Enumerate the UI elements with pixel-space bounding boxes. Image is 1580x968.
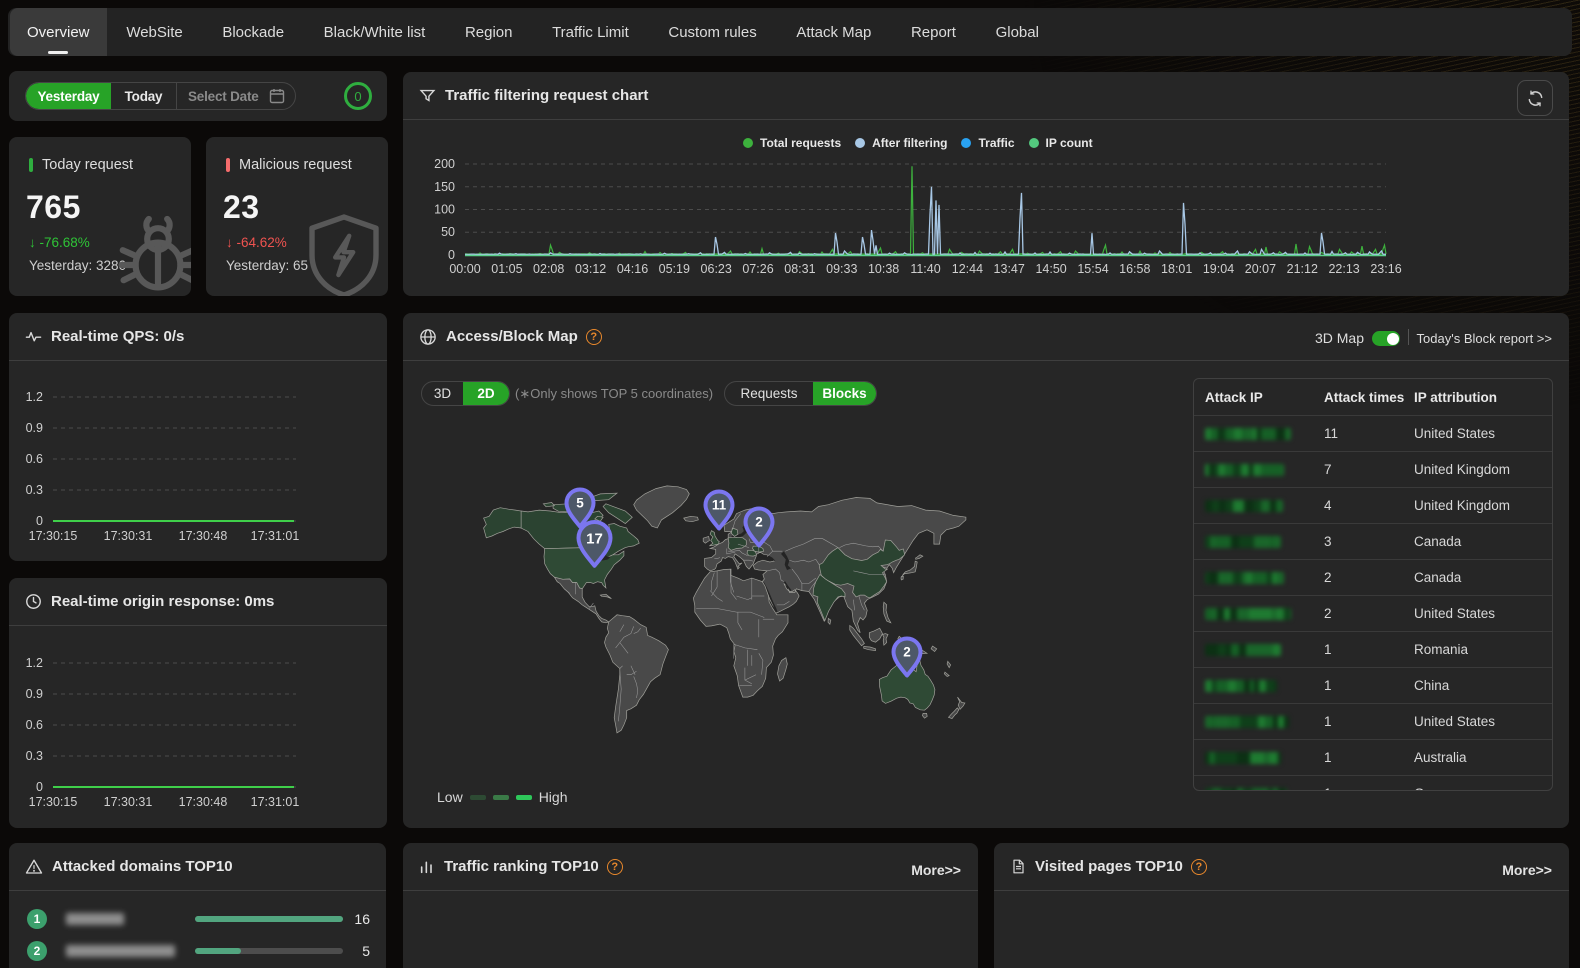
svg-text:0.6: 0.6: [26, 452, 43, 466]
svg-text:19:04: 19:04: [1203, 262, 1234, 276]
svg-text:20:07: 20:07: [1245, 262, 1276, 276]
svg-text:00:00: 00:00: [449, 262, 480, 276]
svg-text:14:50: 14:50: [1035, 262, 1066, 276]
svg-text:2: 2: [903, 645, 911, 660]
svg-text:09:33: 09:33: [826, 262, 857, 276]
svg-text:0.6: 0.6: [26, 718, 43, 732]
svg-text:0.3: 0.3: [26, 483, 43, 497]
svg-text:17:31:01: 17:31:01: [251, 529, 300, 543]
svg-text:50: 50: [441, 225, 455, 239]
svg-text:17:30:48: 17:30:48: [179, 529, 228, 543]
svg-text:0.9: 0.9: [26, 421, 43, 435]
svg-text:21:12: 21:12: [1287, 262, 1318, 276]
svg-text:07:26: 07:26: [742, 262, 773, 276]
svg-text:11:40: 11:40: [910, 262, 940, 276]
svg-text:17:30:15: 17:30:15: [29, 529, 78, 543]
svg-text:1.2: 1.2: [26, 656, 43, 670]
svg-text:17:30:15: 17:30:15: [29, 795, 78, 809]
svg-text:0.9: 0.9: [26, 687, 43, 701]
svg-text:17:31:01: 17:31:01: [251, 795, 300, 809]
svg-text:0: 0: [448, 248, 455, 262]
svg-text:22:13: 22:13: [1328, 262, 1359, 276]
svg-text:03:12: 03:12: [575, 262, 606, 276]
svg-text:1.2: 1.2: [26, 390, 43, 404]
svg-text:10:38: 10:38: [868, 262, 899, 276]
svg-text:17:30:31: 17:30:31: [104, 795, 153, 809]
svg-text:11: 11: [712, 498, 727, 513]
svg-text:02:08: 02:08: [533, 262, 564, 276]
svg-text:200: 200: [434, 157, 455, 171]
svg-text:08:31: 08:31: [784, 262, 815, 276]
svg-text:150: 150: [434, 180, 455, 194]
svg-text:5: 5: [576, 496, 584, 511]
svg-text:05:19: 05:19: [659, 262, 690, 276]
svg-text:01:05: 01:05: [491, 262, 522, 276]
svg-text:23:16: 23:16: [1370, 262, 1401, 276]
svg-text:16:58: 16:58: [1119, 262, 1150, 276]
svg-text:13:47: 13:47: [994, 262, 1025, 276]
svg-text:0.3: 0.3: [26, 749, 43, 763]
svg-text:15:54: 15:54: [1077, 262, 1108, 276]
svg-text:100: 100: [434, 203, 455, 217]
svg-text:0: 0: [36, 514, 43, 528]
svg-text:18:01: 18:01: [1161, 262, 1192, 276]
svg-text:2: 2: [755, 515, 763, 530]
svg-text:04:16: 04:16: [617, 262, 648, 276]
svg-text:06:23: 06:23: [701, 262, 732, 276]
svg-text:0: 0: [36, 780, 43, 794]
svg-text:17: 17: [586, 530, 603, 547]
svg-text:17:30:31: 17:30:31: [104, 529, 153, 543]
svg-text:17:30:48: 17:30:48: [179, 795, 228, 809]
svg-text:12:44: 12:44: [952, 262, 983, 276]
